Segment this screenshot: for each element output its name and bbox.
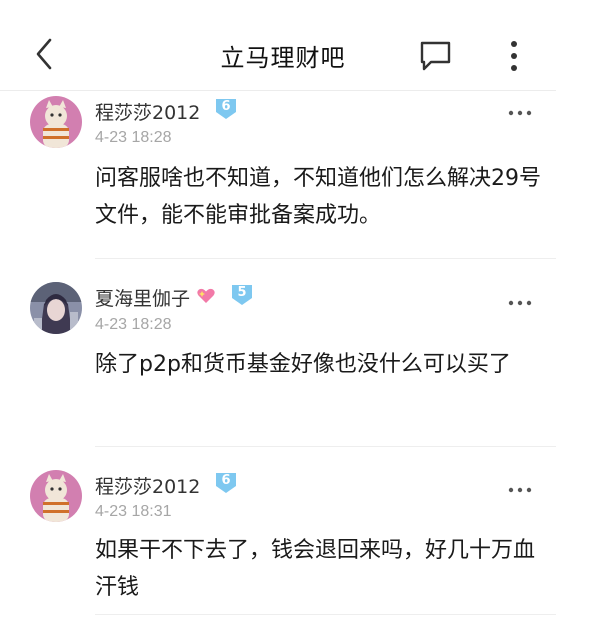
post-divider [95, 258, 556, 259]
post-divider [95, 446, 556, 447]
level-badge: 6 [213, 97, 239, 121]
username[interactable]: 程莎莎2012 [95, 98, 200, 125]
header-divider [0, 90, 556, 91]
horizontal-ellipsis-icon [508, 300, 532, 306]
horizontal-ellipsis-icon [508, 487, 532, 493]
app-screen: 立马理财吧 程莎莎2012 6 4-23 18:28 问客服啥也不知道，不知道他… [0, 0, 596, 618]
post-more-button[interactable] [508, 292, 532, 306]
post-content: 如果干不下去了，钱会退回来吗，好几十万血汗钱 [95, 538, 536, 600]
post-divider [95, 614, 556, 615]
post-content: 问客服啥也不知道，不知道他们怎么解决29号文件，能不能审批备案成功。 [95, 166, 541, 228]
level-badge: 6 [213, 471, 239, 495]
more-options-button[interactable] [502, 36, 526, 76]
timestamp: 4-23 18:28 [95, 129, 172, 146]
sparkle-heart-icon [197, 288, 215, 303]
avatar[interactable] [30, 470, 82, 522]
speech-bubble-icon [420, 41, 451, 71]
level-badge: 5 [229, 283, 255, 307]
anime-avatar-icon [30, 282, 82, 334]
avatar[interactable] [30, 96, 82, 148]
horizontal-ellipsis-icon [508, 110, 532, 116]
cat-avatar-icon [30, 470, 82, 522]
comment-button[interactable] [416, 38, 456, 74]
post-more-button[interactable] [508, 479, 532, 493]
top-nav-bar: 立马理财吧 [0, 0, 556, 90]
timestamp: 4-23 18:28 [95, 316, 172, 333]
page-title: 立马理财吧 [220, 44, 346, 72]
username[interactable]: 夏海里伽子 [95, 284, 190, 311]
post-more-button[interactable] [508, 102, 532, 116]
post-content: 除了p2p和货币基金好像也没什么可以买了 [95, 352, 511, 377]
vertical-ellipsis-icon [511, 41, 517, 71]
username[interactable]: 程莎莎2012 [95, 472, 200, 499]
avatar[interactable] [30, 282, 82, 334]
cat-avatar-icon [30, 96, 82, 148]
timestamp: 4-23 18:31 [95, 503, 172, 520]
